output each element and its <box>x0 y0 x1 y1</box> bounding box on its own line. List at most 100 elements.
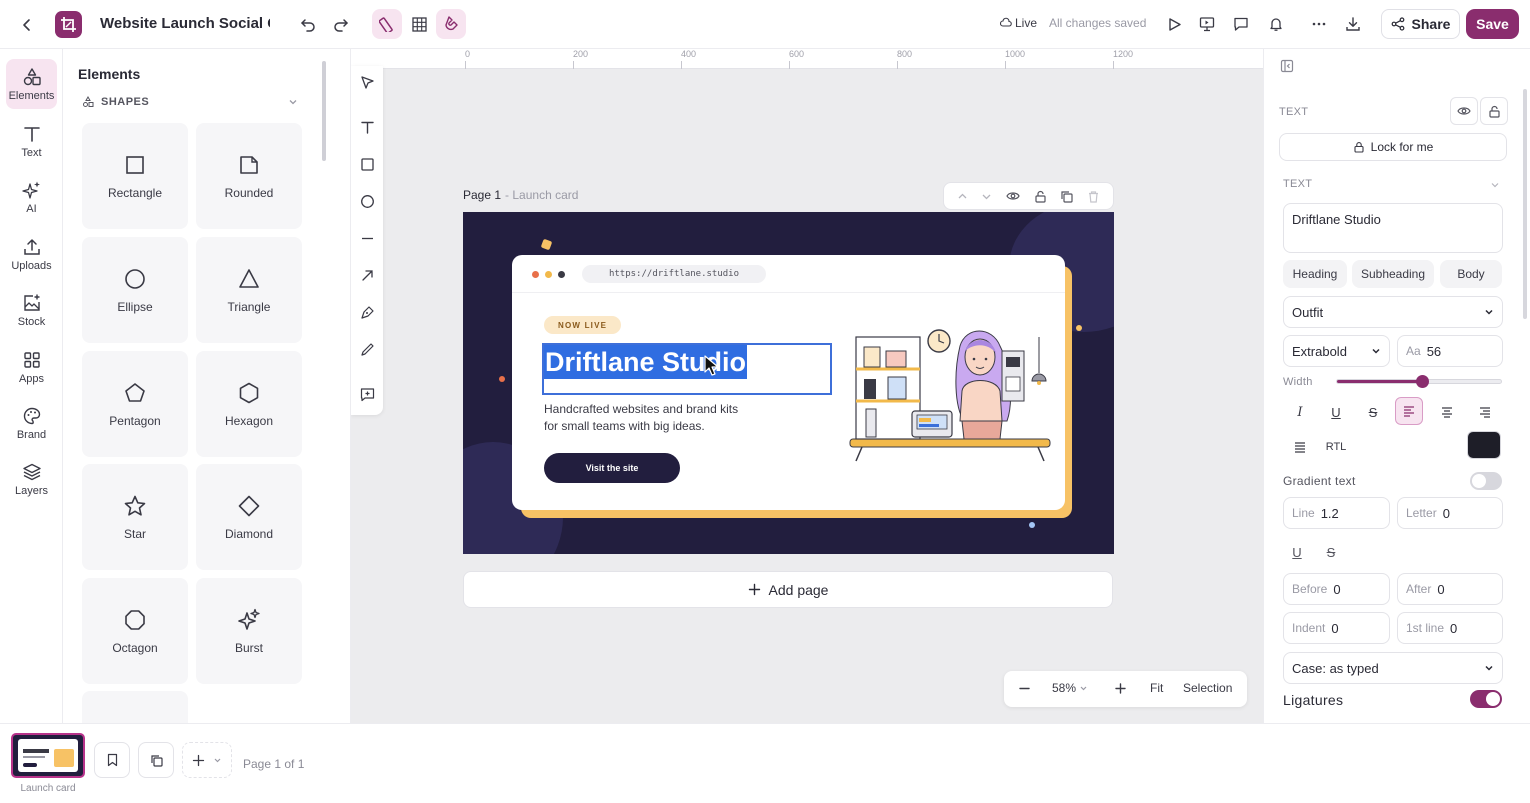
panel-scrollbar[interactable] <box>1523 89 1527 319</box>
add-comment-tool[interactable] <box>355 382 379 406</box>
comments-button[interactable] <box>1229 12 1253 36</box>
rtl-button[interactable]: RTL <box>1320 433 1352 461</box>
pencil-tool[interactable] <box>355 337 379 361</box>
width-slider[interactable] <box>1336 375 1502 388</box>
fit-button[interactable]: Fit <box>1150 681 1163 695</box>
rail-item-apps[interactable]: Apps <box>6 342 57 392</box>
bookmark-button[interactable] <box>94 742 130 778</box>
add-page-button[interactable]: Add page <box>463 571 1113 608</box>
zoom-level-dropdown[interactable]: 58% <box>1052 681 1088 695</box>
trash-icon[interactable] <box>1087 190 1100 203</box>
space-before-input[interactable]: Before 0 <box>1283 573 1390 605</box>
unlock-icon[interactable] <box>1034 190 1047 203</box>
style-body-chip[interactable]: Body <box>1440 260 1502 288</box>
font-weight-select[interactable]: Extrabold <box>1283 335 1390 367</box>
page-thumbnail[interactable] <box>11 733 85 778</box>
panel-scrollbar[interactable] <box>322 61 326 161</box>
description-text[interactable]: Handcrafted websites and brand kits for … <box>544 401 784 435</box>
artboard[interactable]: https://driftlane.studio NOW LIVE Driftl… <box>463 212 1114 554</box>
duplicate-page-button[interactable] <box>138 742 174 778</box>
redo-button[interactable] <box>329 12 353 36</box>
rail-item-uploads[interactable]: Uploads <box>6 229 57 279</box>
shapes-section-header[interactable]: SHAPES <box>82 96 149 108</box>
save-button[interactable]: Save <box>1466 9 1519 39</box>
rectangle-tool[interactable] <box>355 152 379 176</box>
now-live-badge[interactable]: NOW LIVE <box>544 316 622 334</box>
width-slider-handle[interactable] <box>1416 375 1430 388</box>
ligatures-toggle[interactable] <box>1470 690 1502 708</box>
page-label[interactable]: Page 1- Launch card <box>463 188 578 202</box>
align-left-button[interactable] <box>1395 397 1423 425</box>
text-case-select[interactable]: Case: as typed <box>1283 652 1503 684</box>
slideshow-button[interactable] <box>1195 12 1219 36</box>
shape-ellipse[interactable]: Ellipse <box>82 237 188 343</box>
text-color-swatch[interactable] <box>1467 431 1501 459</box>
chevron-up-icon[interactable] <box>957 191 968 202</box>
space-after-input[interactable]: After 0 <box>1397 573 1503 605</box>
strikethrough-button[interactable]: S <box>1359 398 1387 426</box>
undo-button[interactable] <box>296 12 320 36</box>
shape-triangle[interactable]: Triangle <box>196 237 302 343</box>
chevron-down-icon[interactable] <box>1490 180 1500 190</box>
font-size-input[interactable]: Aa 56 <box>1397 335 1503 367</box>
rail-item-layers[interactable]: Layers <box>6 454 57 504</box>
canvas-area[interactable]: 0 200 400 600 800 1000 1200 Page 1 - Lau… <box>351 49 1263 723</box>
plus-icon[interactable] <box>1114 682 1127 695</box>
document-title[interactable]: Website Launch Social Car <box>100 15 270 32</box>
collapse-panel-icon[interactable] <box>1280 59 1294 73</box>
underline-button[interactable]: U <box>1322 398 1350 426</box>
style-subheading-chip[interactable]: Subheading <box>1352 260 1434 288</box>
strike-style-button[interactable]: S <box>1317 538 1345 566</box>
first-line-indent-input[interactable]: 1st line 0 <box>1397 612 1503 644</box>
shape-rectangle[interactable]: Rectangle <box>82 123 188 229</box>
notifications-button[interactable] <box>1264 12 1288 36</box>
shape-more[interactable] <box>82 691 188 723</box>
lock-toggle[interactable] <box>1480 97 1508 125</box>
download-button[interactable] <box>1341 12 1365 36</box>
shape-rounded[interactable]: Rounded <box>196 123 302 229</box>
shape-pentagon[interactable]: Pentagon <box>82 351 188 457</box>
text-content-field[interactable]: Driftlane Studio <box>1283 203 1503 253</box>
gradient-text-toggle[interactable] <box>1470 472 1502 490</box>
present-button[interactable] <box>1162 12 1186 36</box>
shape-hexagon[interactable]: Hexagon <box>196 351 302 457</box>
rail-item-elements[interactable]: Elements <box>6 59 57 109</box>
shape-star[interactable]: Star <box>82 464 188 570</box>
app-logo[interactable] <box>55 11 82 38</box>
rail-item-text[interactable]: Text <box>6 116 57 166</box>
justify-button[interactable] <box>1286 433 1314 461</box>
eye-icon[interactable] <box>1006 189 1020 203</box>
font-family-select[interactable]: Outfit <box>1283 296 1503 328</box>
visibility-toggle[interactable] <box>1450 97 1478 125</box>
ellipse-tool[interactable] <box>355 189 379 213</box>
shape-diamond[interactable]: Diamond <box>196 464 302 570</box>
shape-octagon[interactable]: Octagon <box>82 578 188 684</box>
text-tool[interactable] <box>355 115 379 139</box>
minus-icon[interactable] <box>1018 682 1031 695</box>
share-button[interactable]: Share <box>1381 9 1460 39</box>
shape-burst[interactable]: Burst <box>196 578 302 684</box>
select-tool[interactable] <box>355 70 379 94</box>
browser-card[interactable]: https://driftlane.studio NOW LIVE Driftl… <box>512 255 1065 510</box>
duplicate-icon[interactable] <box>1060 190 1074 203</box>
letter-spacing-input[interactable]: Letter 0 <box>1397 497 1503 529</box>
rail-item-brand[interactable]: Brand <box>6 398 57 448</box>
ruler-toggle-button[interactable] <box>372 9 402 39</box>
lock-for-me-button[interactable]: Lock for me <box>1279 133 1507 161</box>
rail-item-ai[interactable]: AI <box>6 172 57 222</box>
back-button[interactable] <box>14 12 40 38</box>
zoom-to-selection-button[interactable]: Selection <box>1183 681 1232 695</box>
align-center-button[interactable] <box>1433 398 1461 426</box>
chevron-down-icon[interactable] <box>981 191 992 202</box>
align-right-button[interactable] <box>1471 398 1499 426</box>
style-heading-chip[interactable]: Heading <box>1283 260 1347 288</box>
live-status[interactable]: Live <box>1000 16 1037 30</box>
underline-style-button[interactable]: U <box>1283 538 1311 566</box>
snap-toggle-button[interactable] <box>436 9 466 39</box>
line-tool[interactable] <box>355 226 379 250</box>
indent-input[interactable]: Indent 0 <box>1283 612 1390 644</box>
add-page-split-button[interactable] <box>182 742 232 778</box>
more-options-button[interactable] <box>1307 12 1331 36</box>
rail-item-stock[interactable]: Stock <box>6 285 57 335</box>
arrow-tool[interactable] <box>355 263 379 287</box>
